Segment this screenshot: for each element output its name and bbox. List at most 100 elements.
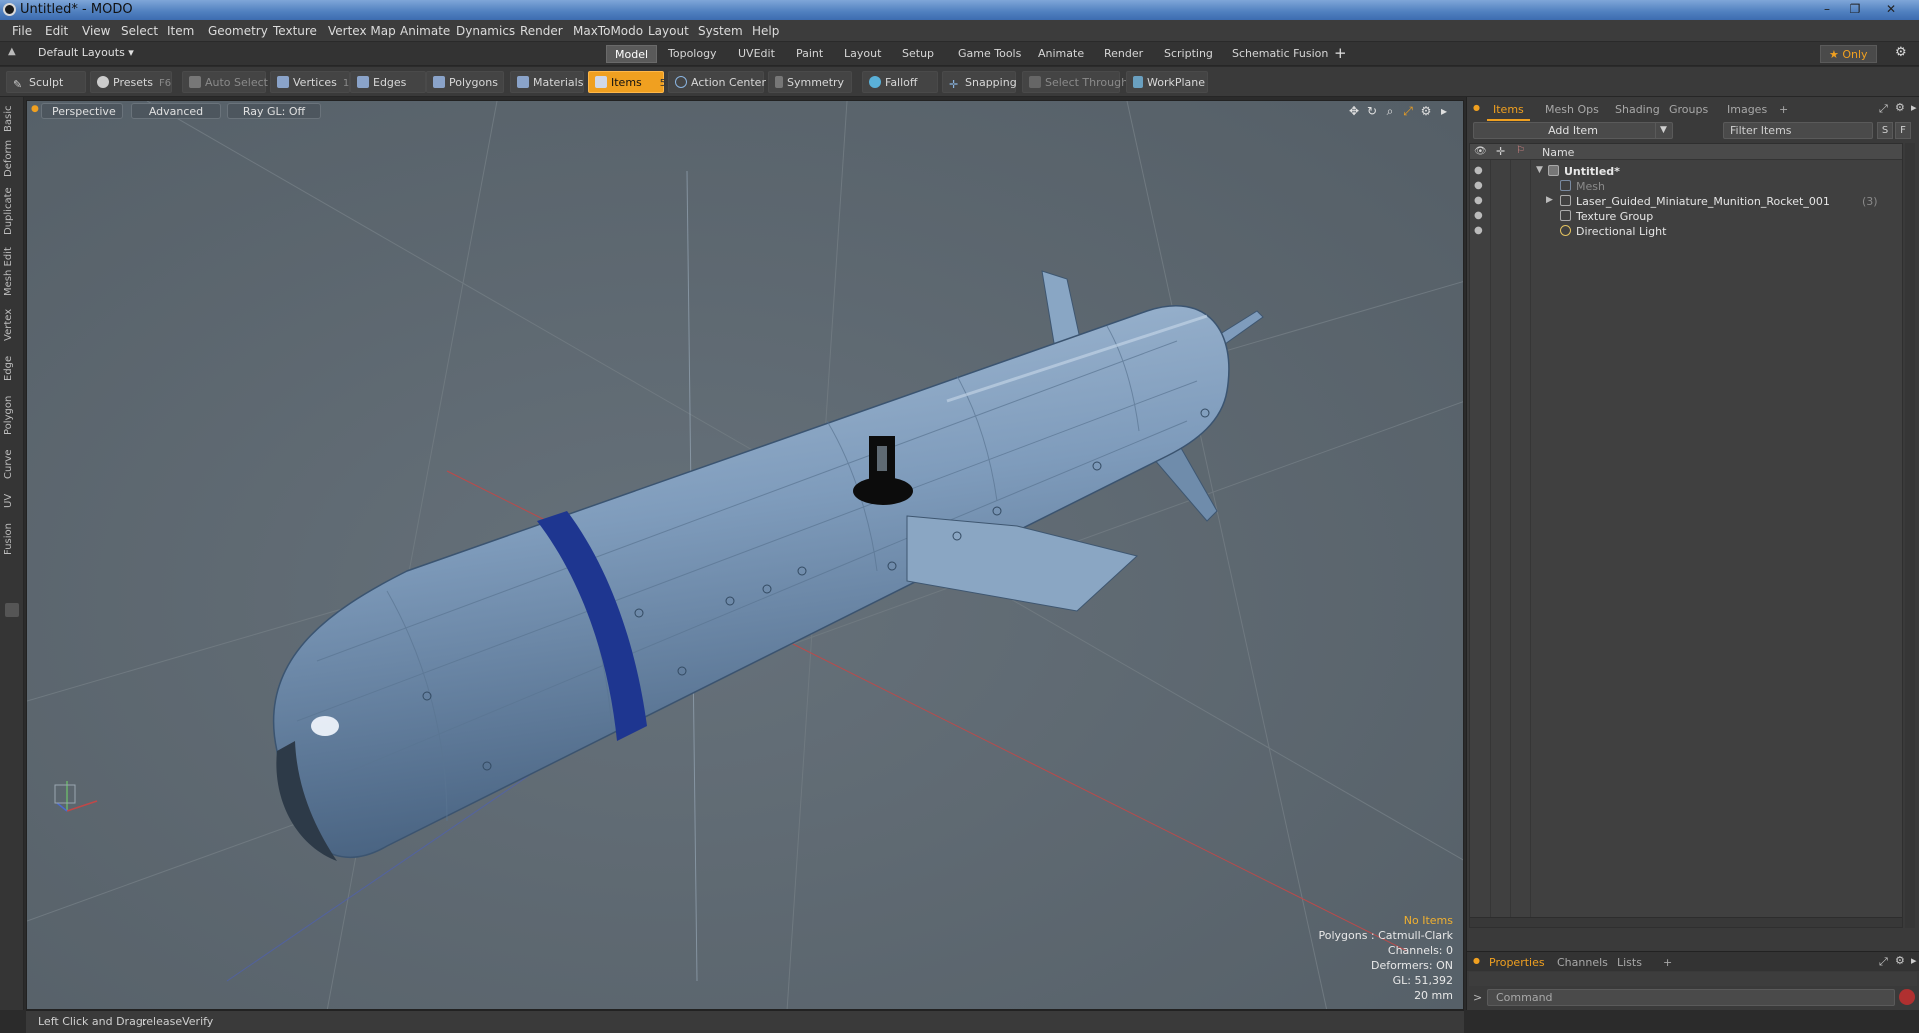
- add-item-dropdown-icon[interactable]: ▼: [1655, 123, 1671, 138]
- tab-groups[interactable]: Groups: [1663, 101, 1714, 118]
- visibility-eye-icon[interactable]: ●: [1474, 225, 1486, 236]
- lock-column-icon[interactable]: ✛: [1496, 145, 1505, 158]
- tab-properties[interactable]: Properties: [1483, 954, 1551, 974]
- vertices-button[interactable]: Vertices 1: [270, 71, 350, 93]
- vtab-polygon[interactable]: Polygon: [3, 393, 21, 437]
- panel-gear-icon[interactable]: ⚙: [1895, 101, 1905, 114]
- menu-dynamics[interactable]: Dynamics: [456, 24, 515, 38]
- tree-row-directional-light[interactable]: ● Directional Light: [1470, 222, 1902, 240]
- viewport-gear-icon[interactable]: ⚙: [1419, 104, 1433, 118]
- menu-file[interactable]: File: [12, 24, 32, 38]
- menu-view[interactable]: View: [82, 24, 110, 38]
- pan-icon[interactable]: ✥: [1347, 104, 1361, 118]
- panel-menu-dot-icon[interactable]: ●: [1473, 103, 1480, 112]
- vtab-duplicate[interactable]: Duplicate: [3, 187, 21, 235]
- layout-collapse-icon[interactable]: ▲: [8, 46, 16, 57]
- tab-scripting[interactable]: Scripting: [1156, 45, 1221, 63]
- add-properties-tab-icon[interactable]: +: [1657, 954, 1678, 971]
- add-panel-tab-icon[interactable]: +: [1773, 101, 1794, 118]
- menu-texture[interactable]: Texture: [273, 24, 317, 38]
- auto-select-button[interactable]: Auto Select: [182, 71, 268, 93]
- tree-horizontal-scrollbar[interactable]: [1470, 917, 1902, 927]
- visibility-eye-icon[interactable]: ●: [1474, 180, 1486, 191]
- symmetry-button[interactable]: Symmetry: [768, 71, 852, 93]
- viewport-menu-dot-icon[interactable]: ●: [31, 104, 39, 114]
- add-layout-tab-icon[interactable]: +: [1334, 44, 1347, 62]
- vtab-uv[interactable]: UV: [3, 491, 21, 511]
- filter-items-input[interactable]: Filter Items: [1723, 122, 1873, 139]
- name-column-header[interactable]: Name: [1542, 146, 1574, 159]
- tab-shading[interactable]: Shading: [1609, 101, 1666, 118]
- visibility-eye-icon[interactable]: ●: [1474, 195, 1486, 206]
- tab-schematic-fusion[interactable]: Schematic Fusion: [1224, 45, 1336, 63]
- palette-toggle-icon[interactable]: [5, 603, 19, 617]
- filter-s-button[interactable]: S: [1877, 122, 1893, 139]
- tree-vertical-scrollbar[interactable]: [1905, 143, 1915, 928]
- maximize-icon[interactable]: ⤢: [1401, 104, 1415, 118]
- perspective-dropdown[interactable]: Perspective: [41, 103, 123, 119]
- tab-topology[interactable]: Topology: [660, 45, 725, 63]
- menu-maxtomodo[interactable]: MaxToModo: [573, 24, 643, 38]
- menu-select[interactable]: Select: [121, 24, 158, 38]
- workplane-button[interactable]: WorkPlane: [1126, 71, 1208, 93]
- properties-menu-dot-icon[interactable]: ●: [1473, 956, 1480, 965]
- tab-setup[interactable]: Setup: [894, 45, 942, 63]
- ref-column-icon[interactable]: ⚐: [1516, 145, 1525, 156]
- command-history-icon[interactable]: [1899, 989, 1915, 1005]
- action-center-button[interactable]: Action Center: [668, 71, 766, 93]
- restore-icon[interactable]: ❐: [1844, 2, 1866, 17]
- tab-animate[interactable]: Animate: [1030, 45, 1092, 63]
- items-button[interactable]: Items 5: [588, 71, 666, 93]
- minimize-icon[interactable]: –: [1816, 2, 1838, 17]
- tab-game-tools[interactable]: Game Tools: [950, 45, 1029, 63]
- expand-arrow-icon[interactable]: ▼: [1536, 165, 1543, 175]
- command-input[interactable]: Command: [1487, 989, 1895, 1006]
- 3d-viewport[interactable]: ● Perspective Advanced Ray GL: Off ✥ ↻ ⌕…: [26, 100, 1464, 1010]
- menu-render[interactable]: Render: [520, 24, 563, 38]
- menu-item[interactable]: Item: [167, 24, 194, 38]
- advanced-dropdown[interactable]: Advanced: [131, 103, 221, 119]
- edges-button[interactable]: Edges2: [350, 71, 437, 93]
- tab-items[interactable]: Items: [1487, 101, 1530, 121]
- tab-uvedit[interactable]: UVEdit: [730, 45, 783, 63]
- polygons-button[interactable]: Polygons: [426, 71, 504, 93]
- visibility-column-eye-icon[interactable]: 👁: [1474, 146, 1487, 157]
- rotate-icon[interactable]: ↻: [1365, 104, 1379, 118]
- menu-system[interactable]: System: [698, 24, 743, 38]
- properties-arrow-icon[interactable]: ▸: [1911, 954, 1917, 967]
- falloff-button[interactable]: Falloff: [862, 71, 938, 93]
- tab-mesh-ops[interactable]: Mesh Ops: [1539, 101, 1605, 118]
- viewport-expand-icon[interactable]: ▸: [1437, 104, 1451, 118]
- visibility-eye-icon[interactable]: ●: [1474, 210, 1486, 221]
- vtab-edge[interactable]: Edge: [3, 353, 21, 383]
- menu-animate[interactable]: Animate: [400, 24, 450, 38]
- layout-selector[interactable]: Default Layouts ▾: [38, 46, 134, 59]
- tab-paint[interactable]: Paint: [788, 45, 831, 63]
- vtab-curve[interactable]: Curve: [3, 447, 21, 481]
- close-icon[interactable]: ✕: [1880, 2, 1902, 17]
- snapping-button[interactable]: ✛ Snapping: [942, 71, 1017, 93]
- tab-layout[interactable]: Layout: [836, 45, 889, 63]
- filter-f-button[interactable]: F: [1895, 122, 1911, 139]
- menu-vertex-map[interactable]: Vertex Map: [328, 24, 396, 38]
- zoom-icon[interactable]: ⌕: [1383, 104, 1397, 118]
- expand-arrow-icon[interactable]: ▶: [1546, 195, 1553, 205]
- materials-button[interactable]: Materials: [510, 71, 584, 93]
- vtab-mesh-edit[interactable]: Mesh Edit: [3, 247, 21, 297]
- presets-button[interactable]: Presets F6: [90, 71, 172, 93]
- vtab-basic[interactable]: Basic: [3, 105, 21, 133]
- sculpt-button[interactable]: ✎ Sculpt: [6, 71, 86, 93]
- panel-arrow-icon[interactable]: ▸: [1911, 101, 1917, 114]
- menu-edit[interactable]: Edit: [45, 24, 68, 38]
- only-toggle[interactable]: ★ Only: [1820, 45, 1877, 63]
- panel-expand-icon[interactable]: ⤢: [1879, 102, 1888, 116]
- tab-model[interactable]: Model: [606, 45, 658, 63]
- properties-expand-icon[interactable]: ⤢: [1879, 955, 1888, 969]
- visibility-eye-icon[interactable]: ●: [1474, 165, 1486, 176]
- vtab-vertex[interactable]: Vertex: [3, 307, 21, 343]
- gear-icon[interactable]: ⚙: [1895, 45, 1907, 60]
- menu-geometry[interactable]: Geometry: [208, 24, 268, 38]
- select-through-button[interactable]: Select Through: [1022, 71, 1128, 93]
- menu-layout[interactable]: Layout: [648, 24, 689, 38]
- tab-images[interactable]: Images: [1721, 101, 1773, 118]
